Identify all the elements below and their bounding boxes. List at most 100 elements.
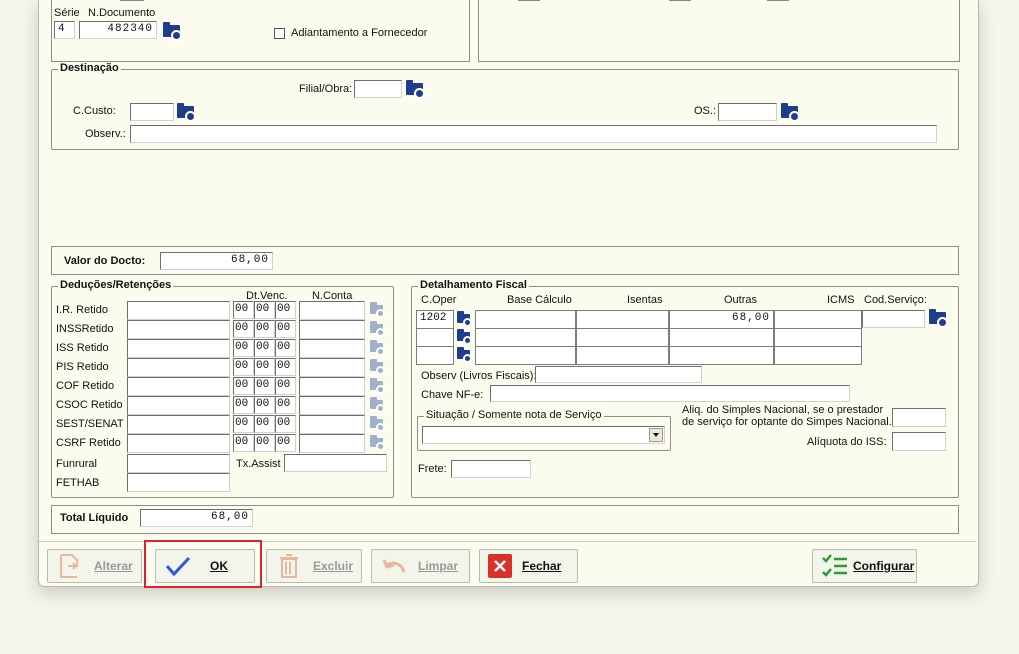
filial-field[interactable]: [354, 80, 402, 98]
dt-venc-day[interactable]: 00: [233, 377, 254, 395]
cod-servico-field[interactable]: [862, 310, 925, 328]
dt-venc-year[interactable]: 00: [275, 377, 296, 395]
os-field[interactable]: [718, 103, 777, 121]
dt-venc-day[interactable]: 00: [233, 301, 254, 319]
dt-venc-day[interactable]: 00: [233, 415, 254, 433]
nconta-lookup-icon[interactable]: [369, 397, 385, 413]
dt-venc-day[interactable]: 00: [233, 339, 254, 357]
nconta-lookup-icon[interactable]: [369, 359, 385, 375]
ccusto-lookup-icon[interactable]: [176, 102, 197, 123]
dt-venc-day[interactable]: 00: [233, 320, 254, 338]
deducao-value-field[interactable]: [127, 396, 230, 415]
dt-venc-year[interactable]: 00: [275, 358, 296, 376]
nconta-field[interactable]: [299, 434, 365, 453]
top-right-panel: [478, 0, 960, 62]
dropdown-arrow-icon[interactable]: [649, 428, 663, 442]
nconta-lookup-icon[interactable]: [369, 416, 385, 432]
dt-venc-day[interactable]: 00: [233, 396, 254, 414]
limpar-button[interactable]: Limpar: [371, 549, 470, 583]
nconta-lookup-icon[interactable]: [369, 340, 385, 356]
deducao-value-field[interactable]: [127, 339, 230, 358]
deducao-value-field[interactable]: [127, 320, 230, 339]
deducao-value-field[interactable]: [127, 358, 230, 377]
icms-cell[interactable]: [774, 328, 862, 347]
valor-docto-field[interactable]: 68,00: [160, 252, 273, 270]
total-liquido-field[interactable]: 68,00: [140, 509, 253, 527]
ccusto-field[interactable]: [130, 103, 174, 121]
outras-cell[interactable]: 68,00: [669, 310, 774, 329]
coper-lookup-icon[interactable]: [456, 311, 472, 327]
nconta-field[interactable]: [299, 339, 365, 358]
nconta-lookup-icon[interactable]: [369, 378, 385, 394]
filial-lookup-icon[interactable]: [405, 79, 426, 100]
dt-venc-year[interactable]: 00: [275, 339, 296, 357]
deducao-value-field[interactable]: [127, 434, 230, 453]
base-calculo-cell[interactable]: [475, 346, 576, 365]
serie-field[interactable]: 4: [54, 21, 75, 39]
top-right-field-stub: [669, 0, 691, 1]
aliq-iss-field[interactable]: [892, 432, 946, 451]
dt-venc-day[interactable]: 00: [233, 358, 254, 376]
situacao-select[interactable]: [422, 426, 665, 444]
os-lookup-icon[interactable]: [780, 102, 801, 123]
doc-lookup-icon[interactable]: [162, 21, 183, 42]
outras-cell[interactable]: [669, 328, 774, 347]
observ-livros-field[interactable]: [535, 366, 702, 383]
configurar-button[interactable]: Configurar: [812, 549, 917, 583]
dt-venc-month[interactable]: 00: [254, 339, 275, 357]
nconta-field[interactable]: [299, 301, 365, 320]
nconta-field[interactable]: [299, 320, 365, 339]
observ-field[interactable]: [130, 125, 937, 143]
coper-lookup-icon[interactable]: [456, 329, 472, 345]
outras-cell[interactable]: [669, 346, 774, 365]
deducao-value-field[interactable]: [127, 301, 230, 320]
dt-venc-day[interactable]: 00: [233, 434, 254, 452]
checklist-icon: [822, 554, 847, 577]
isentas-cell[interactable]: [576, 346, 669, 365]
chave-nfe-field[interactable]: [490, 385, 850, 402]
cod-servico-lookup-icon[interactable]: [928, 308, 949, 329]
alterar-button[interactable]: Alterar: [47, 549, 142, 583]
nconta-field[interactable]: [299, 358, 365, 377]
dt-venc-month[interactable]: 00: [254, 415, 275, 433]
dt-venc-year[interactable]: 00: [275, 301, 296, 319]
coper-cell[interactable]: [416, 346, 454, 365]
dt-venc-year[interactable]: 00: [275, 320, 296, 338]
dt-venc-month[interactable]: 00: [254, 396, 275, 414]
dt-venc-month[interactable]: 00: [254, 301, 275, 319]
dt-venc-month[interactable]: 00: [254, 434, 275, 452]
icms-cell[interactable]: [774, 346, 862, 365]
fethab-field[interactable]: [127, 473, 230, 492]
dt-venc-month[interactable]: 00: [254, 358, 275, 376]
fechar-button[interactable]: Fechar: [479, 549, 578, 583]
nconta-lookup-icon[interactable]: [369, 321, 385, 337]
coper-lookup-icon[interactable]: [456, 347, 472, 363]
aliq-simples-field[interactable]: [892, 408, 946, 427]
coper-cell[interactable]: [416, 328, 454, 347]
funrural-field[interactable]: [127, 454, 230, 473]
excluir-button[interactable]: Excluir: [266, 549, 362, 583]
nconta-field[interactable]: [299, 396, 365, 415]
frete-field[interactable]: [451, 460, 531, 478]
adiantamento-checkbox[interactable]: [274, 28, 285, 39]
deducao-value-field[interactable]: [127, 415, 230, 434]
isentas-cell[interactable]: [576, 328, 669, 347]
base-calculo-cell[interactable]: [475, 328, 576, 347]
nconta-lookup-icon[interactable]: [369, 435, 385, 451]
icms-cell[interactable]: [774, 310, 862, 329]
dt-venc-month[interactable]: 00: [254, 377, 275, 395]
doc-number-field[interactable]: 482340: [79, 21, 157, 39]
base-calculo-cell[interactable]: [475, 310, 576, 329]
coper-cell[interactable]: 1202: [416, 310, 454, 329]
dt-venc-year[interactable]: 00: [275, 396, 296, 414]
nconta-field[interactable]: [299, 377, 365, 396]
deducao-value-field[interactable]: [127, 377, 230, 396]
dt-venc-year[interactable]: 00: [275, 434, 296, 452]
outras-header: Outras: [724, 294, 758, 306]
isentas-cell[interactable]: [576, 310, 669, 329]
dt-venc-month[interactable]: 00: [254, 320, 275, 338]
tx-assist-field[interactable]: [284, 454, 387, 472]
nconta-lookup-icon[interactable]: [369, 302, 385, 318]
nconta-field[interactable]: [299, 415, 365, 434]
dt-venc-year[interactable]: 00: [275, 415, 296, 433]
